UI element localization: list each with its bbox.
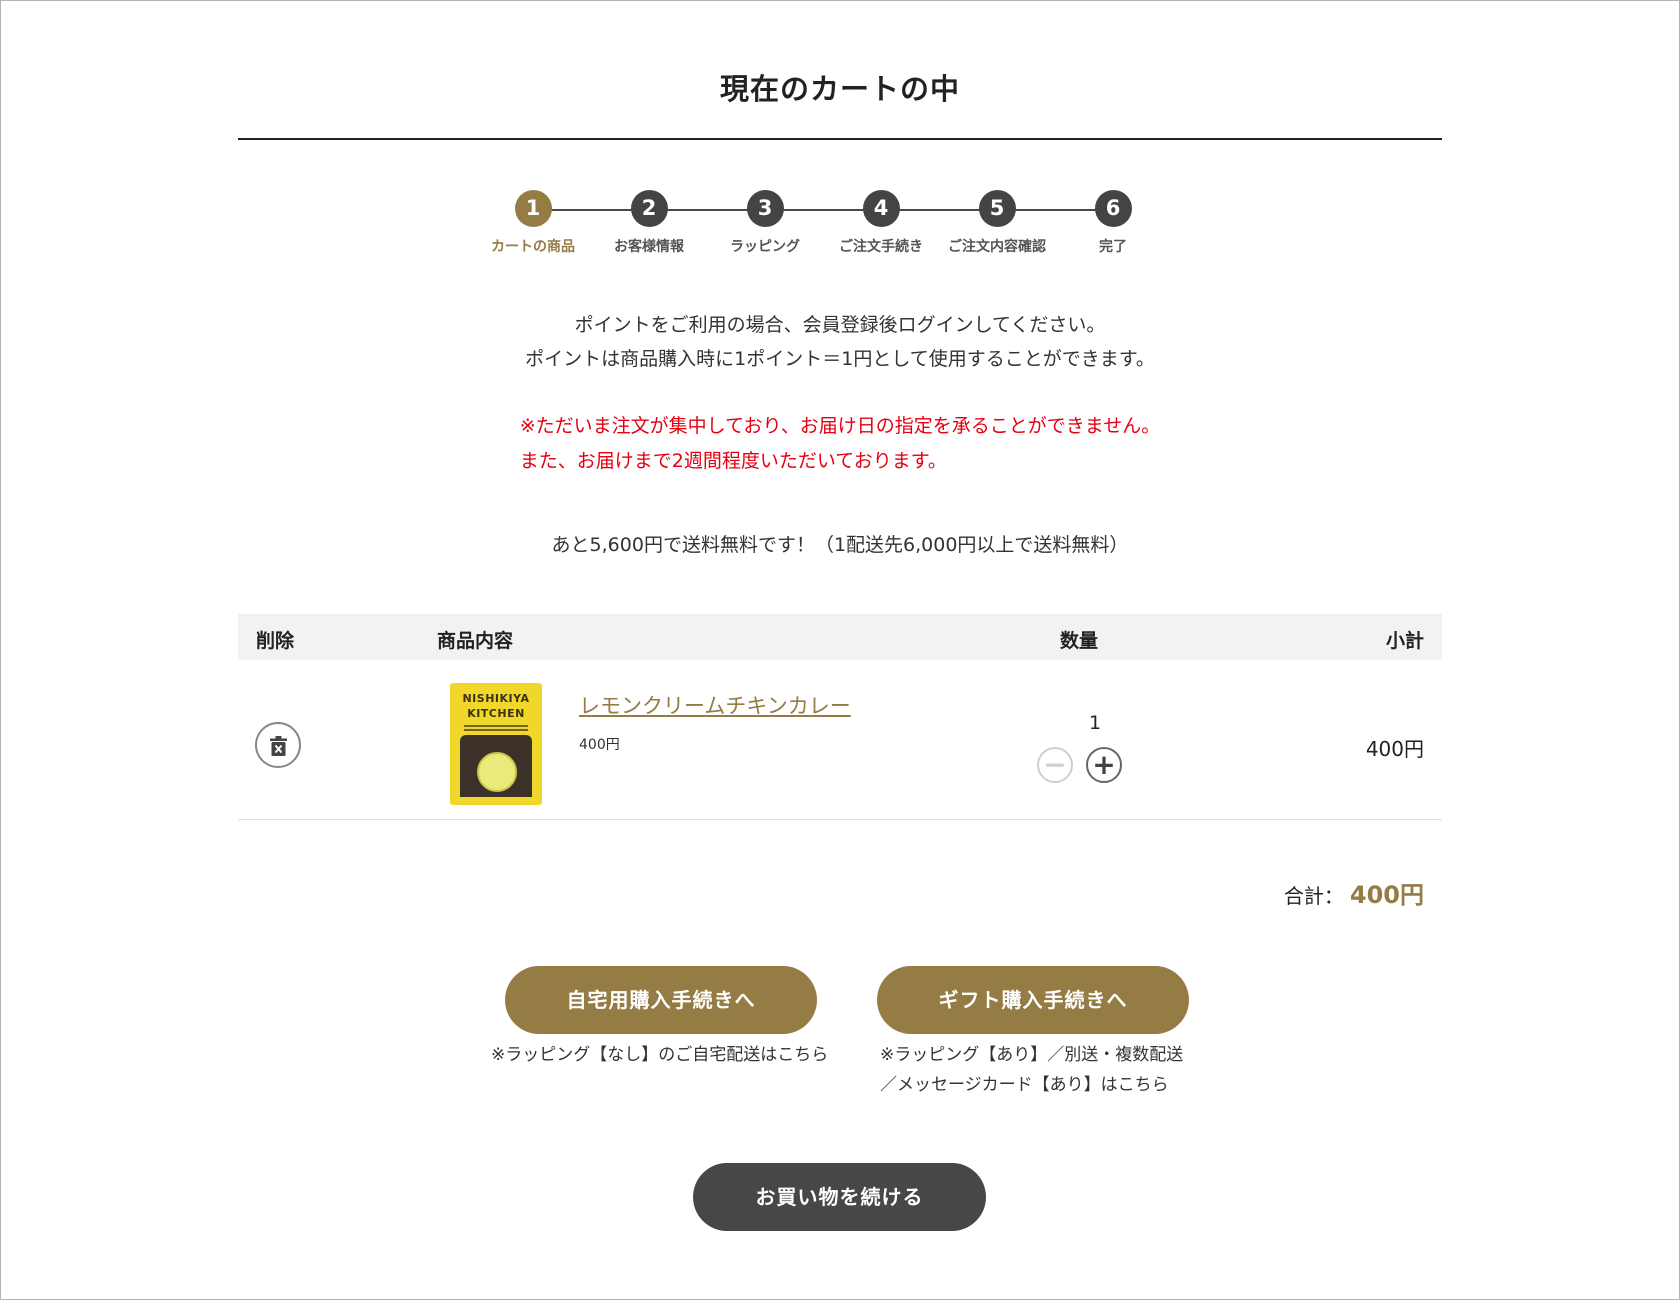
product-image[interactable]: NISHIKIYA KITCHEN [450,683,542,805]
notice-line: ポイントをご利用の場合、会員登録後ログインしてください。 [574,314,1106,336]
quantity-increase-button[interactable]: + [1086,747,1122,783]
step-label: 完了 [1099,239,1127,255]
step-label: お客様情報 [614,239,684,255]
trash-icon [270,736,287,756]
step-number: 5 [978,190,1016,227]
gift-purchase-button[interactable]: ギフト購入手続きへ [877,966,1189,1034]
gift-purchase-note: ※ラッピング【あり】／別送・複数配送 ／メッセージカード【あり】はこちら [880,1040,1183,1100]
delete-button[interactable] [255,722,301,768]
step-label: ラッピング [730,239,800,255]
step-label: カートの商品 [491,239,575,255]
step-5: 5 ご注文内容確認 [937,190,1057,256]
total-value: 400円 [1349,881,1424,909]
step-1: 1 カートの商品 [473,190,593,256]
step-4: 4 ご注文手続き [821,190,941,256]
notice-line: ポイントは商品購入時に1ポイント＝1円として使用することができます。 [525,348,1155,370]
step-label: ご注文内容確認 [948,239,1046,255]
title-divider [238,138,1442,140]
step-number: 4 [862,190,900,227]
warning-text: ※ただいま注文が集中しており、お届け日の指定を承ることができません。 また、お届… [520,409,1160,479]
gift-note-line: ／メッセージカード【あり】はこちら [880,1075,1169,1095]
home-purchase-note: ※ラッピング【なし】のご自宅配送はこちら [491,1045,829,1065]
header-subtotal: 小計 [1385,630,1424,652]
header-delete: 削除 [256,630,295,652]
header-qty: 数量 [1060,630,1099,652]
minus-icon: − [1043,748,1067,781]
warning-line: ※ただいま注文が集中しており、お届け日の指定を承ることができません。 [519,415,1161,437]
cart-container: 現在のカートの中 1 カートの商品 2 お客様情報 3 ラッピング 4 ご注文手… [238,0,1442,1300]
product-name-link[interactable]: レモンクリームチキンカレー [579,690,851,720]
cart-table-header: 削除 商品内容 数量 小計 [238,614,1442,660]
free-shipping-message: あと5,600円で送料無料です！（1配送先6,000円以上で送料無料） [551,534,1129,556]
step-6: 6 完了 [1053,190,1173,256]
delivery-warning: ※ただいま注文が集中しており、お届け日の指定を承ることができません。 また、お届… [238,409,1442,479]
continue-shopping-button[interactable]: お買い物を続ける [693,1163,986,1231]
checkout-stepper: 1 カートの商品 2 お客様情報 3 ラッピング 4 ご注文手続き 5 ご注文内… [488,190,1188,260]
quantity-decrease-button[interactable]: − [1037,747,1073,783]
header-item: 商品内容 [437,630,514,652]
step-2: 2 お客様情報 [589,190,709,256]
total-label: 合計： [1283,884,1344,908]
row-subtotal: 400円 [1365,737,1424,761]
quantity-value: 1 [1088,712,1102,734]
product-image-decoration [464,725,528,727]
step-3: 3 ラッピング [705,190,825,256]
step-label: ご注文手続き [839,239,923,255]
step-number: 2 [630,190,668,227]
step-number: 6 [1094,190,1132,227]
point-notice: ポイントをご利用の場合、会員登録後ログインしてください。 ポイントは商品購入時に… [238,308,1442,376]
step-number: 1 [514,190,552,227]
lemon-icon [477,752,517,792]
warning-line: また、お届けまで2週間程度いただいております。 [519,450,947,472]
product-image-brand: NISHIKIYA KITCHEN [462,692,530,720]
product-unit-price: 400円 [579,737,620,753]
cart-total: 合計： 400円 [1284,875,1424,910]
plus-icon: + [1092,748,1116,781]
home-purchase-button[interactable]: 自宅用購入手続きへ [505,966,817,1034]
page-title: 現在のカートの中 [719,72,960,106]
gift-note-line: ※ラッピング【あり】／別送・複数配送 [880,1045,1184,1065]
cart-row: NISHIKIYA KITCHEN レモンクリームチキンカレー 400円 1 −… [238,660,1442,820]
step-number: 3 [746,190,784,227]
